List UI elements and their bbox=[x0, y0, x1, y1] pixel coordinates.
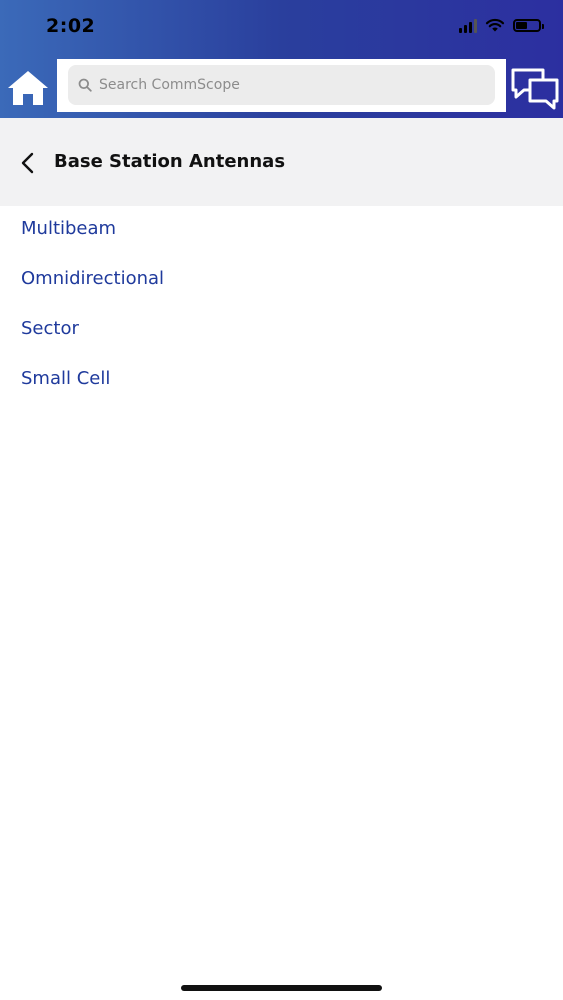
category-item-omnidirectional[interactable]: Omnidirectional bbox=[0, 256, 563, 306]
search-box[interactable] bbox=[68, 65, 495, 105]
chevron-left-icon bbox=[21, 152, 34, 174]
app-header: 2:02 bbox=[0, 0, 563, 118]
category-list: Multibeam Omnidirectional Sector Small C… bbox=[0, 206, 563, 406]
status-icons bbox=[459, 18, 544, 33]
category-item-multibeam[interactable]: Multibeam bbox=[0, 206, 563, 256]
category-item-sector[interactable]: Sector bbox=[0, 306, 563, 356]
chat-button[interactable] bbox=[510, 66, 560, 112]
home-button[interactable] bbox=[6, 68, 50, 108]
search-bar bbox=[57, 59, 506, 112]
home-indicator[interactable] bbox=[181, 985, 382, 991]
search-input[interactable] bbox=[99, 65, 495, 105]
cellular-signal-icon bbox=[459, 18, 477, 33]
search-icon bbox=[78, 78, 92, 92]
back-button[interactable] bbox=[14, 150, 42, 176]
home-icon bbox=[8, 71, 48, 105]
page-title-bar: Base Station Antennas bbox=[0, 118, 563, 206]
battery-icon bbox=[513, 19, 544, 32]
page-title: Base Station Antennas bbox=[54, 151, 286, 172]
chat-bubbles-icon bbox=[511, 68, 559, 110]
status-time: 2:02 bbox=[46, 15, 96, 37]
category-item-small-cell[interactable]: Small Cell bbox=[0, 356, 563, 406]
wifi-icon bbox=[485, 18, 505, 32]
